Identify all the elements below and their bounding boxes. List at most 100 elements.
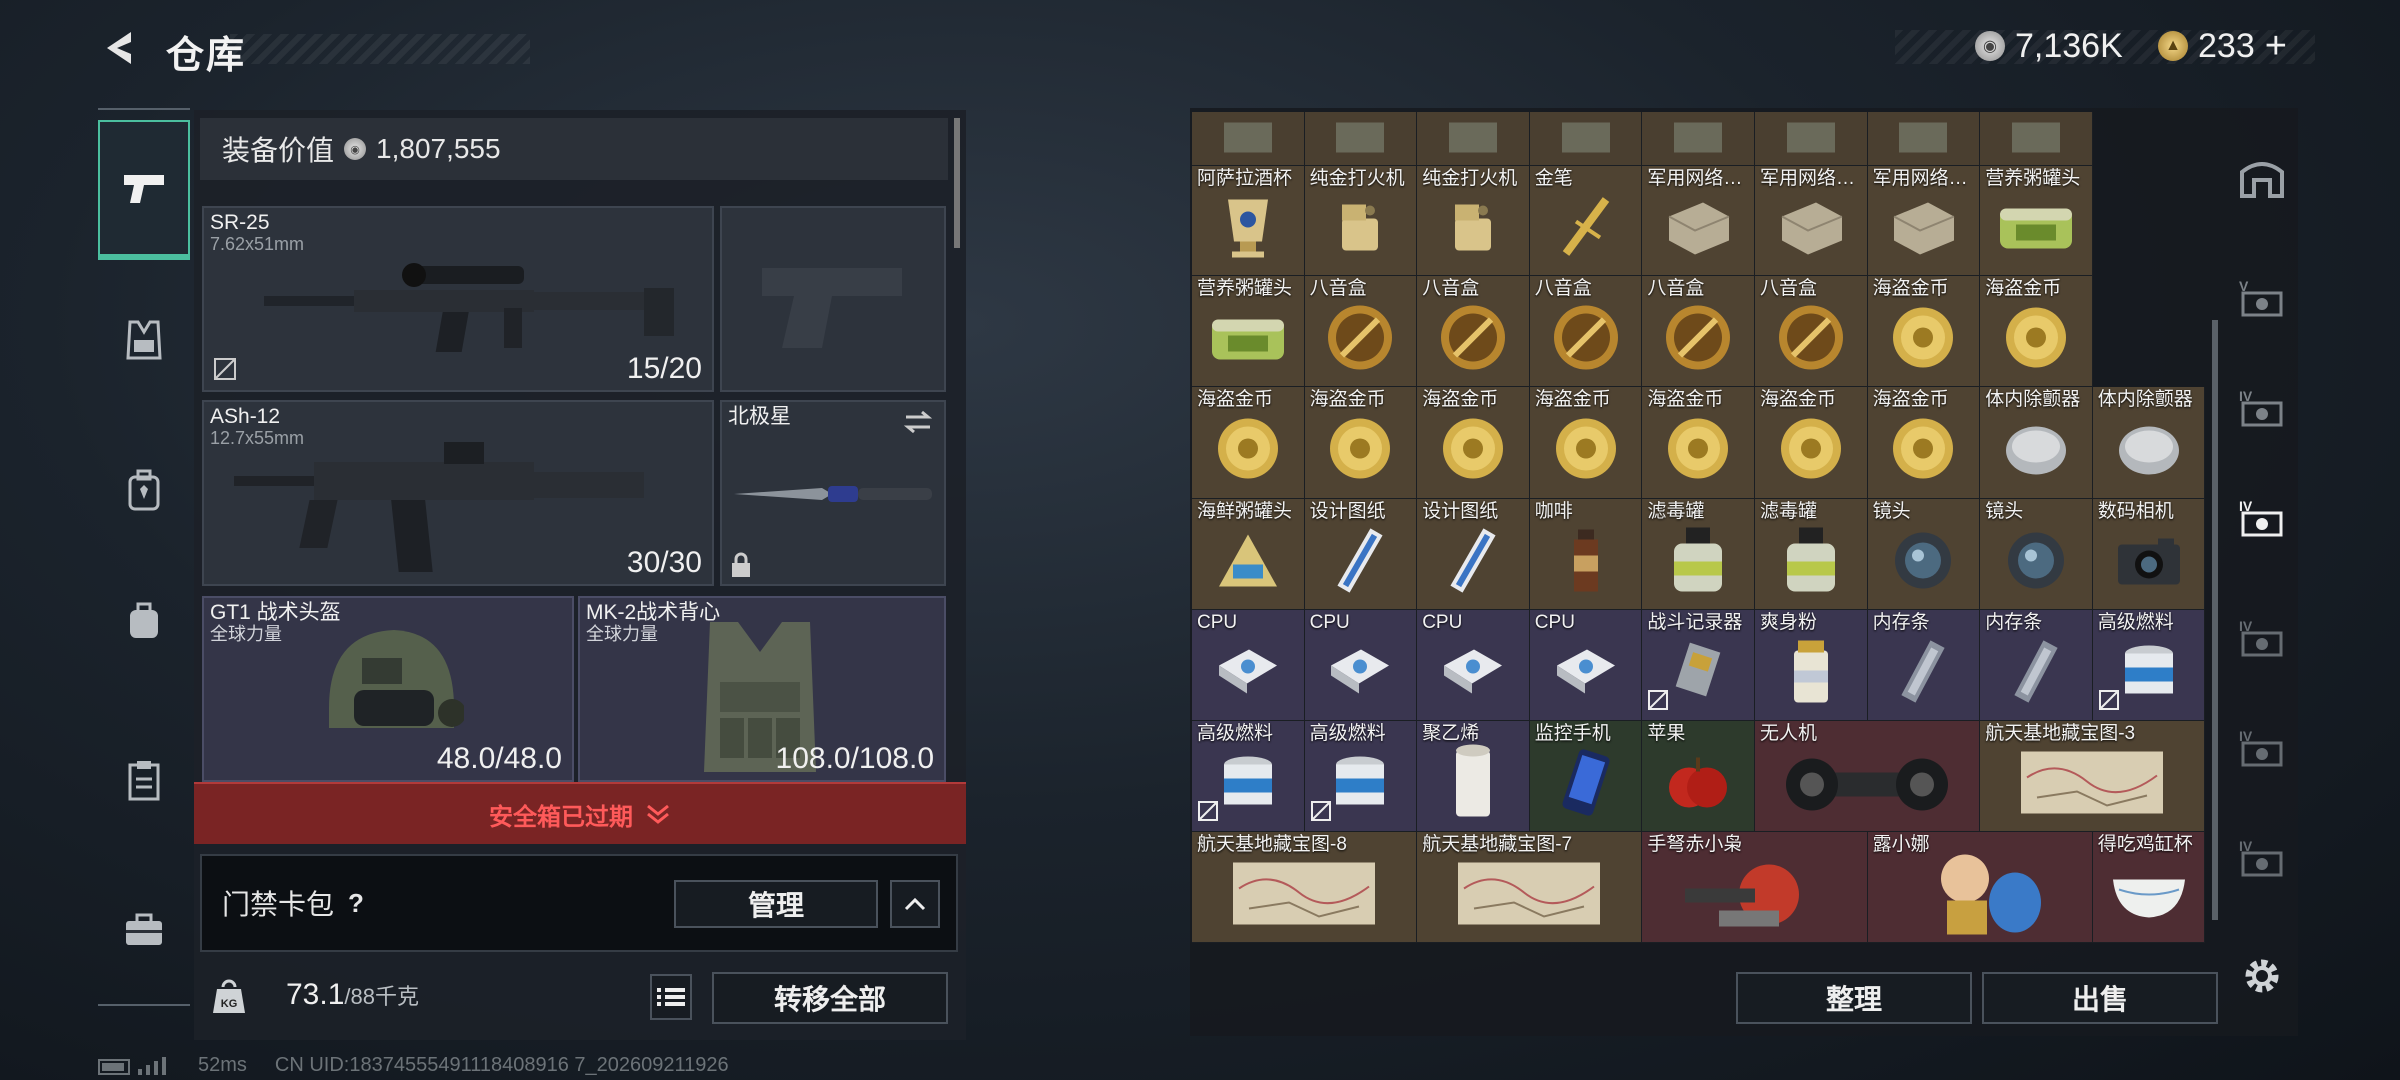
- grid-item-coin[interactable]: 海盗金币: [1304, 387, 1418, 499]
- help-icon[interactable]: ?: [348, 888, 364, 919]
- grid-item-defib[interactable]: 体内除颤器: [2092, 387, 2206, 499]
- grid-item-map[interactable]: 航天基地藏宝图-3: [1980, 721, 2206, 832]
- defib-icon: [2118, 426, 2179, 475]
- grid-item-powder[interactable]: 爽身粉: [1755, 610, 1868, 721]
- grid-item-coin[interactable]: 海盗金币: [1980, 276, 2093, 387]
- back-button[interactable]: [96, 22, 146, 74]
- gold-add-button[interactable]: +: [2265, 25, 2287, 68]
- grid-item-blueprint[interactable]: 设计图纸: [1304, 499, 1418, 610]
- settings-button[interactable]: [2236, 950, 2288, 1002]
- grid-item-coin[interactable]: 海盗金币: [1417, 387, 1530, 499]
- grid-item-misc[interactable]: [1980, 112, 2093, 166]
- tab-storage-4b[interactable]: IV: [2226, 482, 2298, 552]
- list-view-button[interactable]: [650, 974, 692, 1020]
- grid-item-bowl[interactable]: 得吃鸡缸杯: [2092, 832, 2206, 943]
- grid-item-drone[interactable]: 无人机: [1755, 721, 1981, 832]
- grid-item-fuel[interactable]: 高级燃料: [1192, 721, 1305, 832]
- grid-item-can[interactable]: 营养粥罐头: [1192, 276, 1305, 387]
- grid-item-coin[interactable]: 海盗金币: [1192, 387, 1305, 499]
- grid-item-cpu[interactable]: CPU: [1417, 610, 1530, 721]
- sort-button[interactable]: 整理: [1736, 972, 1972, 1024]
- grid-item-roll[interactable]: 聚乙烯: [1417, 721, 1530, 832]
- silver-currency[interactable]: ◉ 7,136K: [1975, 24, 2123, 68]
- nav-backpack[interactable]: [98, 440, 190, 540]
- grid-item-lens[interactable]: 镜头: [1867, 499, 1981, 610]
- grid-item-cup[interactable]: 阿萨拉酒杯: [1192, 166, 1305, 276]
- grid-item-filter[interactable]: 滤毒罐: [1642, 499, 1755, 610]
- grid-item-map[interactable]: 航天基地藏宝图-7: [1417, 832, 1643, 943]
- nav-pouch[interactable]: [98, 570, 190, 670]
- grid-item-ram[interactable]: 内存条: [1980, 610, 2093, 721]
- grid-item-misc[interactable]: [1867, 112, 1981, 166]
- grid-item-fuel[interactable]: 高级燃料: [2092, 610, 2206, 721]
- tab-home[interactable]: [2226, 142, 2298, 212]
- primary-weapon-slot[interactable]: SR-25 7.62x51mm 15/20: [202, 206, 714, 392]
- grid-item-camera[interactable]: 数码相机: [2092, 499, 2206, 610]
- grid-item-musicbox[interactable]: 八音盒: [1304, 276, 1418, 387]
- grid-item-crossbow[interactable]: 手弩赤小枭: [1642, 832, 1868, 943]
- pistol-slot[interactable]: [720, 206, 946, 392]
- grid-item-blueprint[interactable]: 设计图纸: [1417, 499, 1530, 610]
- secondary-weapon-slot[interactable]: ASh-12 12.7x55mm 30/30: [202, 400, 714, 586]
- tab-storage-4c[interactable]: IV: [2226, 602, 2298, 672]
- grid-item-can[interactable]: 营养粥罐头: [1980, 166, 2093, 276]
- grid-item-cpu[interactable]: CPU: [1529, 610, 1643, 721]
- grid-item-lighter[interactable]: 纯金打火机: [1417, 166, 1530, 276]
- tab-storage-4a[interactable]: IV: [2226, 372, 2298, 442]
- grid-item-musicbox[interactable]: 八音盒: [1755, 276, 1868, 387]
- grid-item-pen[interactable]: 金笔: [1529, 166, 1643, 276]
- grid-item-doll[interactable]: 露小娜: [1867, 832, 2093, 943]
- grid-item-ram[interactable]: 内存条: [1867, 610, 1981, 721]
- grid-item-lens[interactable]: 镜头: [1980, 499, 2093, 610]
- grid-item-misc[interactable]: [1529, 112, 1643, 166]
- grid-item-musicbox[interactable]: 八音盒: [1642, 276, 1755, 387]
- grid-item-phone[interactable]: 监控手机: [1529, 721, 1643, 832]
- nav-toolbox[interactable]: [98, 880, 190, 980]
- grid-item-router[interactable]: 军用网络…: [1867, 166, 1981, 276]
- grid-item-fuel[interactable]: 高级燃料: [1304, 721, 1418, 832]
- tab-storage-4e[interactable]: IV: [2226, 822, 2298, 892]
- grid-item-recorder[interactable]: 战斗记录器: [1642, 610, 1755, 721]
- tab-storage-5[interactable]: V: [2226, 262, 2298, 332]
- grid-item-coffee[interactable]: 咖啡: [1529, 499, 1643, 610]
- grid-item-lighter[interactable]: 纯金打火机: [1304, 166, 1418, 276]
- loadout-scrollbar[interactable]: [954, 118, 960, 248]
- grid-item-coin[interactable]: 海盗金币: [1529, 387, 1643, 499]
- manage-button[interactable]: 管理: [674, 880, 878, 928]
- grid-item-misc[interactable]: [1192, 112, 1305, 166]
- grid-item-misc[interactable]: [1417, 112, 1530, 166]
- collapse-button[interactable]: [890, 880, 940, 928]
- safe-box-expired-bar[interactable]: 安全箱已过期: [194, 782, 966, 844]
- grid-item-router[interactable]: 军用网络…: [1755, 166, 1868, 276]
- nav-clipboard[interactable]: [98, 730, 190, 830]
- grid-item-apple[interactable]: 苹果: [1642, 721, 1755, 832]
- transfer-all-button[interactable]: 转移全部: [712, 972, 948, 1024]
- vest-slot[interactable]: MK-2战术背心 全球力量 108.0/108.0: [578, 596, 946, 782]
- gold-currency[interactable]: ▲ 233 +: [2158, 24, 2287, 68]
- grid-item-map[interactable]: 航天基地藏宝图-8: [1192, 832, 1418, 943]
- grid-item-cpu[interactable]: CPU: [1192, 610, 1305, 721]
- tab-storage-4d[interactable]: IV: [2226, 712, 2298, 782]
- grid-item-defib[interactable]: 体内除颤器: [1980, 387, 2093, 499]
- helmet-slot[interactable]: GT1 战术头盔 全球力量 48.0/48.0: [202, 596, 574, 782]
- grid-item-filter[interactable]: 滤毒罐: [1755, 499, 1868, 610]
- grid-item-musicbox[interactable]: 八音盒: [1529, 276, 1643, 387]
- grid-item-coin[interactable]: 海盗金币: [1642, 387, 1755, 499]
- grid-item-cpu[interactable]: CPU: [1304, 610, 1418, 721]
- grid-item-misc[interactable]: [1755, 112, 1868, 166]
- grid-item-coin[interactable]: 海盗金币: [1867, 387, 1981, 499]
- melee-slot[interactable]: 北极星: [720, 400, 946, 586]
- swap-icon[interactable]: [902, 410, 934, 434]
- sell-button[interactable]: 出售: [1982, 972, 2218, 1024]
- nav-armor[interactable]: [98, 290, 190, 390]
- grid-item-coin[interactable]: 海盗金币: [1755, 387, 1868, 499]
- item-icon: [1670, 636, 1726, 711]
- nav-weapons[interactable]: [98, 120, 190, 260]
- grid-item-coin[interactable]: 海盗金币: [1867, 276, 1981, 387]
- grid-item-router[interactable]: 军用网络…: [1642, 166, 1755, 276]
- grid-item-musicbox[interactable]: 八音盒: [1417, 276, 1530, 387]
- grid-item-tincan[interactable]: 海鲜粥罐头: [1192, 499, 1305, 610]
- grid-item-misc[interactable]: [1304, 112, 1418, 166]
- warehouse-scrollbar[interactable]: [2212, 320, 2218, 920]
- grid-item-misc[interactable]: [1642, 112, 1755, 166]
